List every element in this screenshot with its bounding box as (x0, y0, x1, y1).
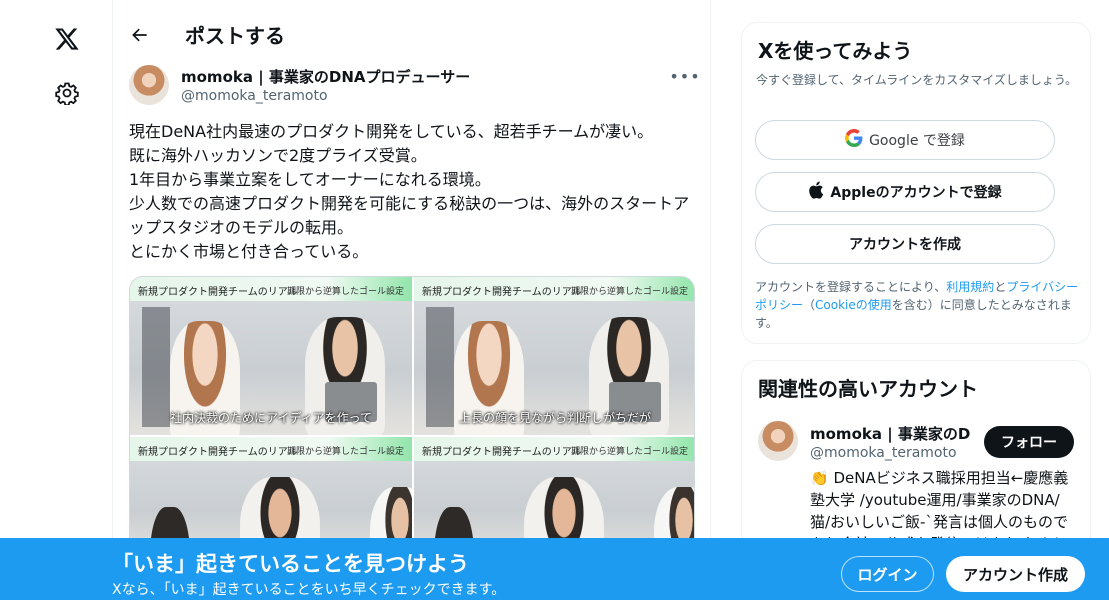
media-subtitle: 社内決裁のためにアイディアを作って (170, 411, 372, 425)
create-account-button[interactable]: アカウントを作成 (755, 224, 1055, 264)
signup-banner: 「いま」起きていることを見つけよう Xなら、「いま」起きていることをいち早くチェ… (0, 538, 1109, 600)
related-account-handle[interactable]: @momoka_teramoto (810, 445, 957, 461)
apple-icon (808, 181, 824, 203)
gear-icon[interactable] (46, 72, 88, 114)
media-thumbnail[interactable]: 新規プロダクト開発チームのリアル 期限から逆算したゴール設定 社内決裁のためにア… (130, 277, 412, 435)
post-line: 現在DeNA社内最速のプロダクト開発をしている、超若手チームが凄い。 (129, 122, 654, 141)
cookie-link[interactable]: Cookieの使用 (815, 298, 892, 312)
media-label: 新規プロダクト開発チームのリアル (422, 447, 582, 458)
author-name[interactable]: momoka | 事業家のDNAプロデューサー (181, 66, 470, 87)
media-thumbnail[interactable]: 新規プロダクト開発チームのリアル 期限から逆算したゴール設定 上長の顔を見ながら… (414, 277, 694, 435)
post-line: 既に海外ハッカソンで2度プライズ受賞。 (129, 146, 427, 165)
google-signup-button[interactable]: Google で登録 (755, 120, 1055, 160)
media-label: 期限から逆算したゴール設定 (286, 287, 404, 297)
create-account-label: アカウントを作成 (849, 237, 961, 253)
signup-button[interactable]: アカウント作成 (946, 556, 1085, 592)
follow-button[interactable]: フォロー (984, 426, 1074, 458)
related-title: 関連性の高いアカウント (758, 377, 978, 401)
header: ポストする (113, 0, 712, 70)
apple-signup-label: Appleのアカウントで登録 (830, 185, 1002, 201)
media-label: 新規プロダクト開発チームのリアル (138, 287, 298, 298)
legal-text: （ (803, 298, 816, 312)
media-label: 新規プロダクト開発チームのリアル (138, 447, 298, 458)
banner-subtitle: Xなら、「いま」起きていることをいち早くチェックできます。 (112, 582, 506, 598)
media-label: 新規プロダクト開発チームのリアル (422, 287, 582, 298)
google-signup-label: Google で登録 (869, 133, 965, 149)
legal-text: アカウントを登録することにより、 (755, 280, 947, 294)
media-label: 期限から逆算したゴール設定 (286, 447, 404, 457)
post-text: 現在DeNA社内最速のプロダクト開発をしている、超若手チームが凄い。 既に海外ハ… (129, 120, 699, 264)
media-subtitle: 上長の顔を見ながら判断しがちだが (458, 411, 651, 425)
media-label: 期限から逆算したゴール設定 (570, 287, 688, 297)
login-button[interactable]: ログイン (841, 556, 934, 592)
signup-card: Xを使ってみよう 今すぐ登録して、タイムラインをカスタマイズしましょう。 Goo… (741, 22, 1091, 344)
apple-signup-button[interactable]: Appleのアカウントで登録 (755, 172, 1055, 212)
author-handle[interactable]: @momoka_teramoto (181, 88, 328, 104)
google-icon (845, 129, 863, 151)
media-label: 期限から逆算したゴール設定 (570, 447, 688, 457)
banner-title: 「いま」起きていることを見つけよう (112, 552, 469, 576)
related-account-name[interactable]: momoka | 事業家のDNA (810, 423, 970, 444)
right-sidebar: Xを使ってみよう 今すぐ登録して、タイムラインをカスタマイズしましょう。 Goo… (741, 0, 1091, 600)
x-logo-icon[interactable] (46, 18, 88, 60)
post-line: 少人数での高速プロダクト開発を可能にする秘訣の一つは、海外のスタートアップスタジ… (129, 194, 690, 237)
legal-text: と (994, 280, 1007, 294)
left-nav (0, 0, 112, 600)
legal-notice: アカウントを登録することにより、利用規約とプライバシーポリシー（Cookieの使… (755, 278, 1085, 332)
avatar[interactable] (758, 421, 798, 461)
signup-description: 今すぐ登録して、タイムラインをカスタマイズしましょう。 (756, 73, 1078, 87)
signup-title: Xを使ってみよう (758, 39, 913, 63)
page-title: ポストする (185, 24, 285, 48)
more-options-icon[interactable]: ••• (669, 64, 699, 88)
back-arrow-icon[interactable] (123, 18, 157, 52)
main-column: ポストする momoka | 事業家のDNAプロデューサー @momoka_te… (112, 0, 711, 600)
terms-link[interactable]: 利用規約 (946, 280, 994, 294)
post-media-grid: 新規プロダクト開発チームのリアル 期限から逆算したゴール設定 社内決裁のためにア… (129, 276, 695, 556)
page: ポストする momoka | 事業家のDNAプロデューサー @momoka_te… (0, 0, 1109, 600)
avatar[interactable] (129, 65, 169, 105)
post-line: とにかく市場と付き合っている。 (129, 242, 369, 261)
post-line: 1年目から事業立案をしてオーナーになれる環境。 (129, 170, 491, 189)
